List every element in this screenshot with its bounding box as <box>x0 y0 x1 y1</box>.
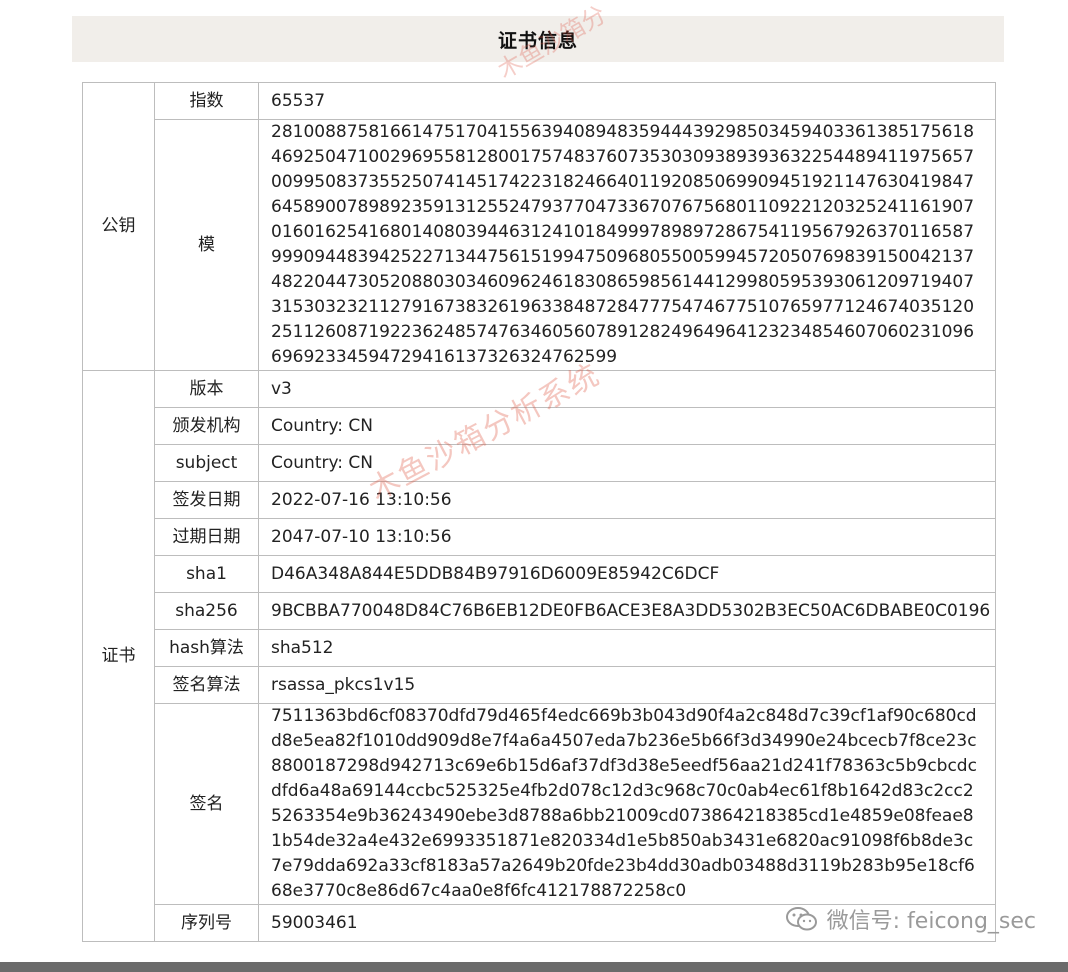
field-label: hash算法 <box>154 629 259 667</box>
group-label-certificate: 证书 <box>82 370 155 942</box>
table-row: 序列号 59003461 <box>83 904 996 942</box>
field-label: 签发日期 <box>154 481 259 519</box>
field-label: 颁发机构 <box>154 407 259 445</box>
table-row: 签名 7511363bd6cf08370dfd79d465f4edc669b3b… <box>83 703 996 905</box>
field-label: 签名 <box>154 703 259 905</box>
certificate-info-page: 证书信息 公钥 指数 65537 模 281008875816614751704… <box>0 0 1068 972</box>
table-row: 签发日期 2022-07-16 13:10:56 <box>83 481 996 519</box>
field-label: 模 <box>154 119 259 371</box>
section-header: 证书信息 <box>72 16 1004 62</box>
field-value-hash-algorithm: sha512 <box>258 629 996 667</box>
table-row: 签名算法 rsassa_pkcs1v15 <box>83 666 996 704</box>
field-label: 指数 <box>154 82 259 120</box>
field-value-expiry-date: 2047-07-10 13:10:56 <box>258 518 996 556</box>
field-value-issue-date: 2022-07-16 13:10:56 <box>258 481 996 519</box>
field-value-issuer: Country: CN <box>258 407 996 445</box>
field-label: sha1 <box>154 555 259 593</box>
field-value-version: v3 <box>258 370 996 408</box>
field-value-subject: Country: CN <box>258 444 996 482</box>
field-value-exponent: 65537 <box>258 82 996 120</box>
table-row: sha1 D46A348A844E5DDB84B97916D6009E85942… <box>83 555 996 593</box>
table-row: sha256 9BCBBA770048D84C76B6EB12DE0FB6ACE… <box>83 592 996 630</box>
field-label: 序列号 <box>154 904 259 942</box>
field-label: sha256 <box>154 592 259 630</box>
table-row: 证书 版本 v3 <box>82 370 996 942</box>
field-value-sha1: D46A348A844E5DDB84B97916D6009E85942C6DCF <box>258 555 996 593</box>
field-value-serial-number: 59003461 <box>258 904 996 942</box>
table-row: 模 28100887581661475170415563940894835944… <box>83 119 996 371</box>
field-label: 过期日期 <box>154 518 259 556</box>
field-label: 版本 <box>154 370 259 408</box>
table-row: hash算法 sha512 <box>83 629 996 667</box>
field-label: 签名算法 <box>154 666 259 704</box>
bottom-bar <box>0 962 1068 972</box>
field-value-signature-algorithm: rsassa_pkcs1v15 <box>258 666 996 704</box>
field-label: subject <box>154 444 259 482</box>
group-label-public-key: 公钥 <box>82 82 155 371</box>
field-value-signature: 7511363bd6cf08370dfd79d465f4edc669b3b043… <box>258 703 996 905</box>
table-row: 颁发机构 Country: CN <box>83 407 996 445</box>
field-value-modulus: 2810088758166147517041556394089483594443… <box>258 119 996 371</box>
table-row: 过期日期 2047-07-10 13:10:56 <box>83 518 996 556</box>
table-row: subject Country: CN <box>83 444 996 482</box>
table-row: 公钥 指数 65537 <box>82 82 996 371</box>
field-value-sha256: 9BCBBA770048D84C76B6EB12DE0FB6ACE3E8A3DD… <box>258 592 996 630</box>
certificate-info-table: 公钥 指数 65537 模 28100887581661475170415563… <box>82 82 996 942</box>
section-title: 证书信息 <box>497 29 578 52</box>
